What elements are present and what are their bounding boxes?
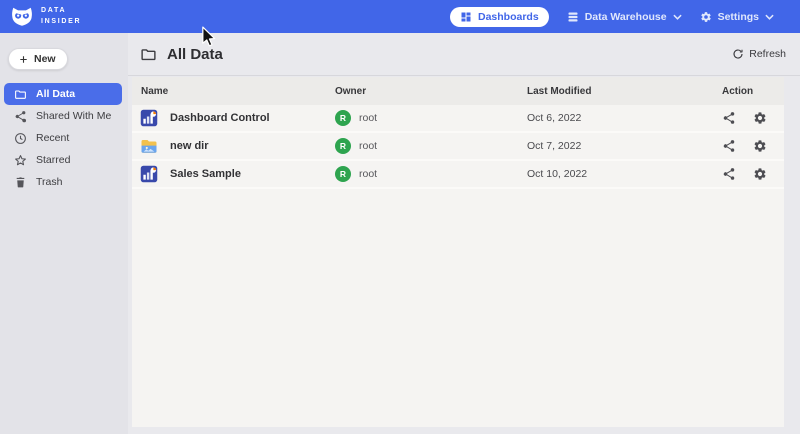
brand-logo[interactable]: DATA INSIDER <box>10 6 81 27</box>
owner-name: root <box>359 168 377 180</box>
trash-icon <box>14 176 27 189</box>
sidebar-item-label: Recent <box>36 132 69 144</box>
table-row[interactable]: Sales Sample R root Oct 10, 2022 <box>132 161 784 189</box>
data-warehouse-menu[interactable]: Data Warehouse <box>567 11 682 23</box>
owner-avatar: R <box>335 166 351 182</box>
sidebar-item-all-data[interactable]: All Data <box>4 83 122 105</box>
dashboard-file-icon <box>140 165 158 183</box>
gear-icon <box>700 11 712 23</box>
sidebar-item-recent[interactable]: Recent <box>4 127 122 149</box>
chevron-down-icon <box>765 14 774 20</box>
table-body: Dashboard Control R root Oct 6, 2022 <box>132 105 784 189</box>
page-title: All Data <box>167 46 223 63</box>
share-icon <box>14 110 27 123</box>
share-button[interactable] <box>722 111 736 125</box>
owner-name: root <box>359 112 377 124</box>
sidebar-item-starred[interactable]: Starred <box>4 149 122 171</box>
row-settings-button[interactable] <box>753 139 767 153</box>
table-header-row: Name Owner Last Modified Action <box>132 77 784 105</box>
last-modified-value: Oct 6, 2022 <box>527 112 722 124</box>
settings-menu[interactable]: Settings <box>700 11 774 23</box>
sidebar-item-label: Shared With Me <box>36 110 111 122</box>
clock-icon <box>14 132 27 145</box>
column-header-last-modified: Last Modified <box>527 86 722 97</box>
file-table-panel: Name Owner Last Modified Action <box>132 77 784 427</box>
owner-avatar: R <box>335 110 351 126</box>
folder-icon <box>140 46 157 63</box>
sidebar-item-label: Starred <box>36 154 70 166</box>
last-modified-value: Oct 7, 2022 <box>527 140 722 152</box>
sidebar-item-shared-with-me[interactable]: Shared With Me <box>4 105 122 127</box>
last-modified-value: Oct 10, 2022 <box>527 168 722 180</box>
refresh-button[interactable]: Refresh <box>732 48 786 60</box>
brand-text: DATA INSIDER <box>41 6 81 27</box>
share-button[interactable] <box>722 167 736 181</box>
chevron-down-icon <box>673 14 682 20</box>
folder-icon <box>14 88 27 101</box>
main-header: All Data Refresh <box>128 33 800 76</box>
dashboard-file-icon <box>140 109 158 127</box>
file-name: new dir <box>170 140 209 152</box>
top-navbar: DATA INSIDER Dashboards Data Warehouse <box>0 0 800 33</box>
owl-logo-icon <box>10 6 34 27</box>
column-header-action: Action <box>722 86 784 97</box>
sidebar: New All Data Shared With Me <box>0 33 128 434</box>
owner-avatar: R <box>335 138 351 154</box>
dashboards-icon <box>460 11 472 23</box>
sidebar-item-trash[interactable]: Trash <box>4 171 122 193</box>
sidebar-item-label: All Data <box>36 88 75 100</box>
database-icon <box>567 11 579 23</box>
folder-file-icon <box>140 137 158 155</box>
owner-name: root <box>359 140 377 152</box>
file-name: Dashboard Control <box>170 112 270 124</box>
dashboards-button[interactable]: Dashboards <box>450 7 549 27</box>
refresh-icon <box>732 48 744 60</box>
column-header-owner: Owner <box>335 86 527 97</box>
table-row[interactable]: Dashboard Control R root Oct 6, 2022 <box>132 105 784 133</box>
column-header-name: Name <box>132 86 335 97</box>
share-button[interactable] <box>722 139 736 153</box>
row-settings-button[interactable] <box>753 167 767 181</box>
row-settings-button[interactable] <box>753 111 767 125</box>
main-area: All Data Refresh Name Owner Last Modifie… <box>128 33 800 434</box>
sidebar-item-label: Trash <box>36 176 62 188</box>
plus-icon <box>18 54 29 65</box>
new-button[interactable]: New <box>8 48 68 70</box>
file-name: Sales Sample <box>170 168 241 180</box>
table-row[interactable]: new dir R root Oct 7, 2022 <box>132 133 784 161</box>
star-icon <box>14 154 27 167</box>
